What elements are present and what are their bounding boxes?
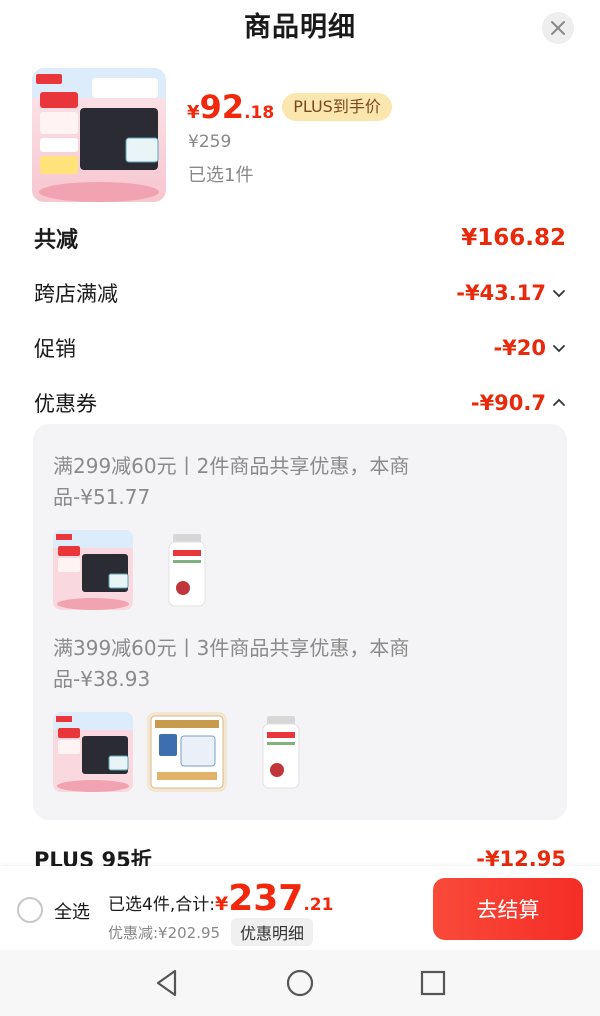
price-decimal: .18 [244, 103, 275, 123]
checkout-button[interactable]: 去结算 [433, 878, 583, 940]
total-label: 已选4件,合计: [108, 895, 215, 915]
promotion-value: -¥20 [493, 335, 546, 360]
coupon-description: 满299减60元丨2件商品共享优惠，本商 品-¥51.77 [53, 451, 553, 513]
order-total: 已选4件,合计: ¥ 237 .21 [108, 880, 333, 918]
promotion-label: 促销 [34, 336, 76, 361]
product-detail-sheet: 商品明细 ¥ 92 .18 PLUS到手价 ¥259 已选1件 共减 ¥166.… [0, 0, 600, 1016]
close-icon [551, 21, 565, 35]
coupon-item: 满399减60元丨3件商品共享优惠，本商 品-¥38.93 [53, 633, 553, 792]
checkout-bar: 全选 已选4件,合计: ¥ 237 .21 优惠减:¥202.95 优惠明细 去… [0, 866, 600, 950]
chevron-up-icon [553, 398, 565, 406]
total-decimal: .21 [303, 895, 334, 915]
nav-home-icon [286, 969, 314, 997]
coupon-description-line: 品-¥51.77 [53, 485, 151, 509]
cross-store-value: -¥43.17 [456, 280, 546, 305]
coupon-row[interactable]: 优惠券 -¥90.7 [0, 375, 600, 430]
coupon-product-list [53, 530, 227, 610]
coupon-label: 优惠券 [34, 391, 97, 416]
plus-price-badge: PLUS到手价 [282, 93, 392, 121]
product-thumbnail-gnc[interactable] [53, 530, 133, 610]
close-button[interactable] [542, 12, 574, 44]
total-discount-value: ¥166.82 [461, 224, 566, 251]
price-currency: ¥ [187, 102, 200, 123]
discount-breakdown: 共减 ¥166.82 跨店满减 -¥43.17 促销 -¥20 优惠券 -¥90… [0, 210, 600, 430]
coupon-detail-panel: 满299减60元丨2件商品共享优惠，本商 品-¥51.77 满399减60元丨3… [33, 424, 567, 820]
original-price: ¥259 [188, 132, 232, 152]
plus-price: ¥ 92 .18 PLUS到手价 [187, 90, 392, 124]
coupon-item: 满299减60元丨2件商品共享优惠，本商 品-¥51.77 [53, 451, 553, 610]
nav-recents-button[interactable] [413, 963, 453, 1003]
total-discount-row: 共减 ¥166.82 [0, 210, 600, 265]
cross-store-label: 跨店满减 [34, 281, 118, 306]
total-discount-label: 共减 [34, 227, 79, 253]
discount-summary: 优惠减:¥202.95 [108, 924, 221, 942]
select-all-radio[interactable] [17, 897, 43, 923]
price-integer: 92 [199, 88, 245, 126]
product-image[interactable] [32, 68, 166, 202]
page-title: 商品明细 [244, 12, 356, 43]
select-all-label[interactable]: 全选 [54, 898, 90, 924]
product-thumbnail-vitamin-bottle[interactable] [241, 712, 321, 792]
product-thumbnail-vitamin-bottle[interactable] [147, 530, 227, 610]
promotion-row[interactable]: 促销 -¥20 [0, 320, 600, 375]
selected-count: 已选1件 [188, 165, 254, 186]
nav-home-button[interactable] [280, 963, 320, 1003]
discount-detail-button[interactable]: 优惠明细 [231, 918, 314, 946]
chevron-down-icon [553, 344, 565, 352]
coupon-description: 满399减60元丨3件商品共享优惠，本商 品-¥38.93 [53, 633, 553, 695]
nav-recents-icon [421, 970, 446, 996]
chevron-down-icon [553, 289, 565, 297]
system-nav-bar [0, 950, 600, 1016]
coupon-value: -¥90.7 [470, 390, 546, 415]
product-thumbnail-gnc[interactable] [53, 712, 133, 792]
product-thumbnail-supplement-box[interactable] [147, 712, 227, 792]
total-currency: ¥ [214, 893, 229, 915]
nav-back-button[interactable] [147, 963, 187, 1003]
nav-back-icon [156, 969, 176, 997]
total-integer: 237 [228, 878, 304, 919]
coupon-description-line: 满299减60元丨2件商品共享优惠，本商 [53, 454, 410, 478]
cross-store-discount-row[interactable]: 跨店满减 -¥43.17 [0, 265, 600, 320]
coupon-description-line: 满399减60元丨3件商品共享优惠，本商 [53, 636, 410, 660]
coupon-product-list [53, 712, 321, 792]
coupon-description-line: 品-¥38.93 [53, 667, 151, 691]
sheet-header: 商品明细 [0, 0, 600, 56]
product-summary: ¥ 92 .18 PLUS到手价 ¥259 已选1件 [32, 68, 572, 202]
